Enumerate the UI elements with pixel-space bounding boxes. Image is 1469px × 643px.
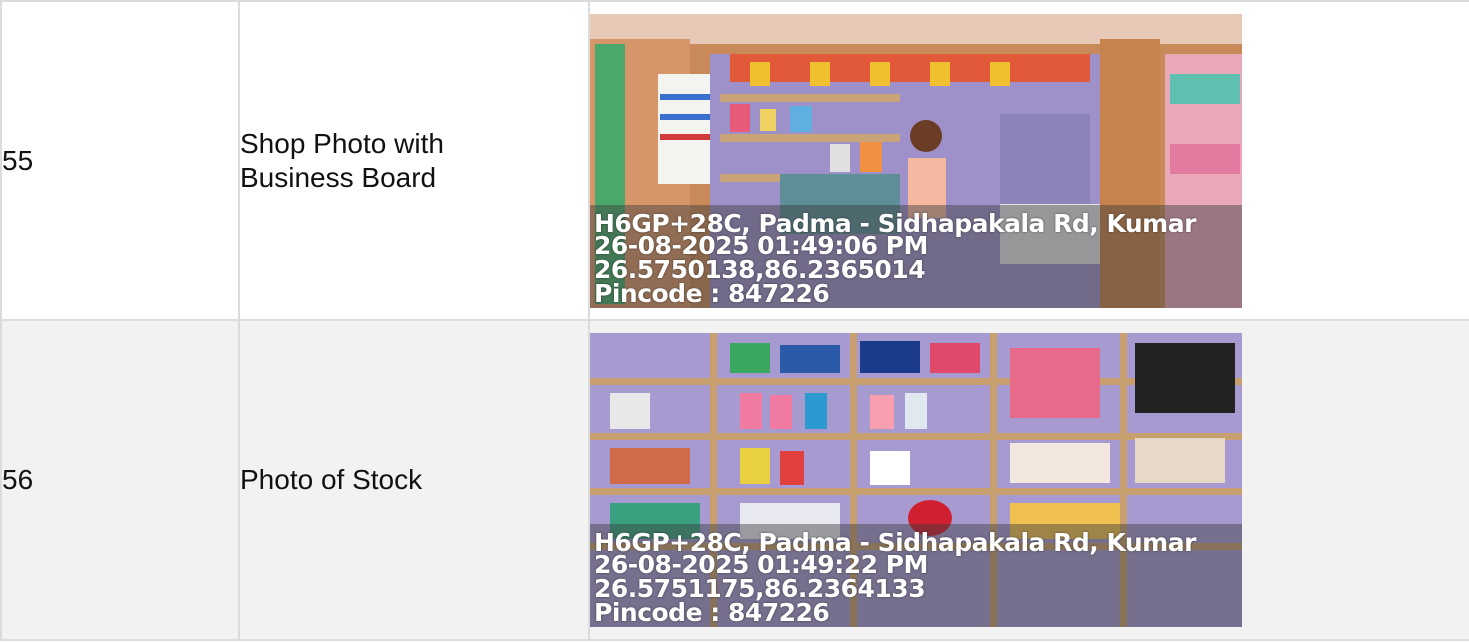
document-title-line: Photo of Stock [240, 464, 423, 495]
table-row: 55 Shop Photo with Business Board H6GP+2… [0, 0, 1469, 321]
stamp-pincode: Pincode : 847226 [594, 598, 830, 627]
table-row: 56 Photo of Stock H6GP+28C, Padma - Sidh… [0, 319, 1469, 641]
photo-cell: H6GP+28C, Padma - Sidhapakala Rd, Kumar … [588, 319, 1469, 641]
document-title-cell: Photo of Stock [238, 319, 590, 641]
document-title-line: Business Board [240, 161, 437, 193]
geotag-stamp: H6GP+28C, Padma - Sidhapakala Rd, Kumar … [590, 204, 1242, 308]
serial-number-cell: 56 [0, 319, 240, 641]
serial-number-cell: 55 [0, 0, 240, 321]
photo-cell: H6GP+28C, Padma - Sidhapakala Rd, Kumar … [588, 0, 1469, 321]
stamp-pincode: Pincode : 847226 [594, 278, 830, 308]
document-title-line: Shop Photo with [240, 127, 444, 159]
shop-photo[interactable]: H6GP+28C, Padma - Sidhapakala Rd, Kumar … [590, 13, 1242, 308]
document-title-cell: Shop Photo with Business Board [238, 0, 590, 321]
geotag-stamp: H6GP+28C, Padma - Sidhapakala Rd, Kumar … [590, 524, 1242, 627]
stock-photo[interactable]: H6GP+28C, Padma - Sidhapakala Rd, Kumar … [590, 333, 1242, 627]
document-table: 55 Shop Photo with Business Board H6GP+2… [0, 0, 1469, 641]
